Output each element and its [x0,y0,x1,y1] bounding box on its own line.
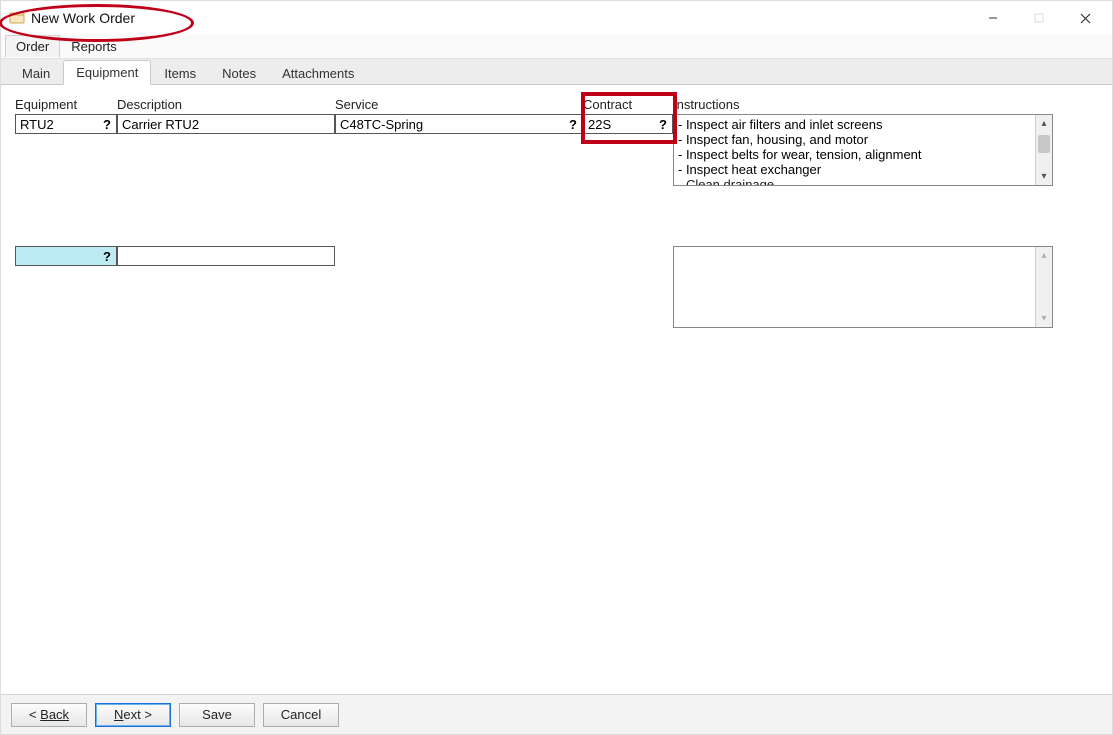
close-button[interactable] [1062,3,1108,33]
next-button[interactable]: Next > [95,703,171,727]
header-description: Description [117,97,335,114]
description-input-2[interactable] [117,246,335,266]
minimize-button[interactable] [970,3,1016,33]
scroll-down-icon[interactable]: ▾ [1036,168,1052,185]
instruction-line: - Inspect fan, housing, and motor [678,132,1034,147]
menubar: Order Reports [1,35,1112,59]
instructions-textarea-1[interactable]: - Inspect air filters and inlet screens … [673,114,1053,186]
save-button[interactable]: Save [179,703,255,727]
instruction-line: - Inspect heat exchanger [678,162,1034,177]
scroll-down-icon[interactable]: ▾ [1036,310,1052,327]
cancel-button[interactable]: Cancel [263,703,339,727]
scroll-up-icon[interactable]: ▴ [1036,247,1052,264]
window-title: New Work Order [31,10,135,26]
menu-order[interactable]: Order [5,35,60,58]
instructions-textarea-2[interactable]: ▴ ▾ [673,246,1053,328]
tab-equipment[interactable]: Equipment [63,60,151,85]
scroll-up-icon[interactable]: ▴ [1036,115,1052,132]
title-left: New Work Order [9,10,135,26]
menu-reports[interactable]: Reports [60,35,128,58]
app-icon [9,10,25,26]
scrollbar[interactable]: ▴ ▾ [1035,115,1052,185]
cell-contract-1: ? [583,114,673,186]
header-instructions: Instructions [673,97,1053,114]
cell-description-1 [117,114,335,186]
tab-attachments[interactable]: Attachments [269,61,367,85]
equipment-row-1: ? ? ? - Inspect air filters and inlet sc… [15,114,1098,186]
header-service: Service [335,97,583,114]
service-input-1[interactable] [335,114,583,134]
scrollbar[interactable]: ▴ ▾ [1035,247,1052,327]
button-bar: < Back Next > Save Cancel [1,694,1112,734]
back-button[interactable]: < Back [11,703,87,727]
equipment-row-2: ? ▴ ▾ [15,246,1098,328]
instruction-line: - Inspect belts for wear, tension, align… [678,147,1034,162]
lookup-icon[interactable]: ? [565,115,581,133]
tab-notes[interactable]: Notes [209,61,269,85]
header-contract: Contract [583,97,673,114]
titlebar: New Work Order [1,1,1112,35]
tabbar: Main Equipment Items Notes Attachments [1,59,1112,85]
cell-service-2 [335,246,583,328]
cell-instructions-2: ▴ ▾ [673,246,1053,328]
cell-equipment-2: ? [15,246,117,328]
lookup-icon[interactable]: ? [655,115,671,133]
cell-instructions-1: - Inspect air filters and inlet screens … [673,114,1053,186]
cell-service-1: ? [335,114,583,186]
maximize-button[interactable] [1016,3,1062,33]
lookup-icon[interactable]: ? [99,247,115,265]
tab-items[interactable]: Items [151,61,209,85]
lookup-icon[interactable]: ? [99,115,115,133]
description-input-1[interactable] [117,114,335,134]
back-label: Back [40,707,69,722]
tab-main[interactable]: Main [9,61,63,85]
instruction-line: - Clean drainage [678,177,1034,186]
cell-equipment-1: ? [15,114,117,186]
window-controls [970,3,1108,33]
header-equipment: Equipment [15,97,117,114]
window: New Work Order Order Reports Main Equipm… [0,0,1113,735]
scroll-thumb[interactable] [1038,135,1050,153]
content-area: Equipment Description Service Contract I… [1,85,1112,688]
equipment-header-row: Equipment Description Service Contract I… [15,97,1098,114]
instruction-line: - Inspect air filters and inlet screens [678,117,1034,132]
cell-contract-2 [583,246,673,328]
cell-description-2 [117,246,335,328]
